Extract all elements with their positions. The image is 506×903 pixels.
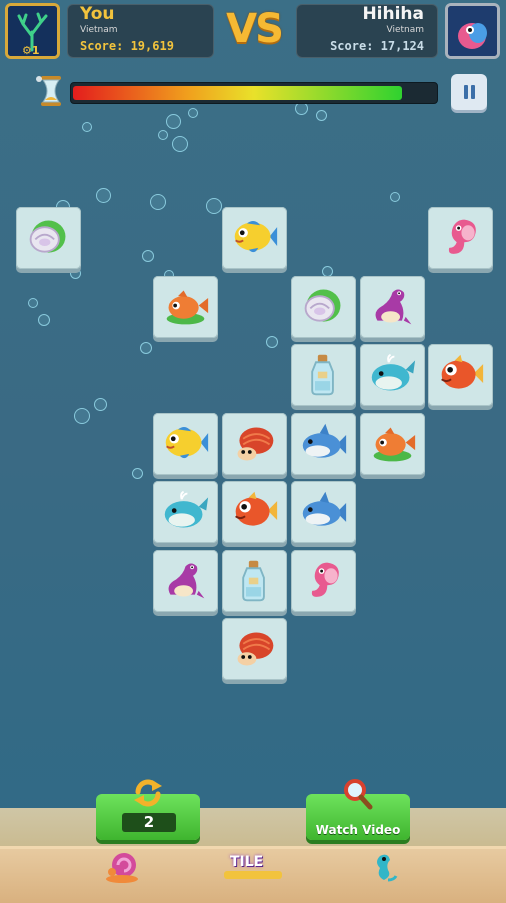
whale-icon xyxy=(164,490,209,528)
snail-icon[interactable] xyxy=(104,850,142,884)
tile-seal[interactable] xyxy=(360,276,425,338)
tile-seal[interactable] xyxy=(153,550,218,612)
bubble xyxy=(158,130,168,140)
hermit-icon xyxy=(237,427,274,461)
shell-icon xyxy=(29,220,66,253)
bubble xyxy=(74,408,90,424)
yellowfish-icon xyxy=(165,426,209,459)
seahorse-icon[interactable] xyxy=(366,850,402,884)
shark-icon xyxy=(302,423,347,458)
bubble xyxy=(28,298,38,308)
tile-shark[interactable] xyxy=(291,481,356,543)
player-score: Score: 19,619 xyxy=(80,39,174,53)
tile-seahorse[interactable] xyxy=(291,550,356,612)
tile-shell[interactable] xyxy=(291,276,356,338)
logo-banner xyxy=(224,871,282,879)
tile-bottle[interactable] xyxy=(222,550,287,612)
goldfish-green-icon xyxy=(166,290,209,325)
redfish-icon xyxy=(235,491,278,526)
bubble xyxy=(70,268,81,279)
tile-hermit[interactable] xyxy=(222,413,287,475)
bubble xyxy=(142,250,154,262)
tile-whale[interactable] xyxy=(153,481,218,543)
opponent-avatar xyxy=(445,3,500,59)
hermit-icon xyxy=(237,632,274,666)
goldfish-green-icon xyxy=(373,427,416,462)
watch-video-label: Watch Video xyxy=(315,823,401,837)
tile-hermit[interactable] xyxy=(222,618,287,680)
seahorse-icon xyxy=(448,219,476,254)
magnifier-icon xyxy=(344,779,373,810)
redfish-icon xyxy=(441,354,484,389)
seal-icon xyxy=(375,289,412,325)
logo-text: TILE xyxy=(230,854,264,870)
tile-redfish[interactable] xyxy=(222,481,287,543)
vs-label: VS xyxy=(226,6,284,52)
tile-goldfish-green[interactable] xyxy=(153,276,218,338)
bubble xyxy=(266,336,278,348)
tile-shell[interactable] xyxy=(16,207,81,269)
bubble xyxy=(172,136,188,152)
bubble xyxy=(206,198,222,214)
opponent-country: Vietnam xyxy=(386,25,424,35)
bubble xyxy=(140,342,152,354)
bubble xyxy=(390,192,400,202)
bubble xyxy=(316,110,327,121)
bottle-icon xyxy=(242,560,265,602)
seahorse-icon xyxy=(311,562,339,597)
pause-button[interactable] xyxy=(451,74,487,110)
seal-icon xyxy=(168,563,205,599)
shuffle-icon xyxy=(134,779,162,807)
bubble xyxy=(82,122,92,132)
yellowfish-icon xyxy=(234,220,278,253)
shuffle-count: 2 xyxy=(122,813,176,832)
shark-icon xyxy=(302,491,347,526)
game-logo[interactable]: TILE xyxy=(222,852,284,884)
tile-yellowfish[interactable] xyxy=(153,413,218,475)
player-name: You xyxy=(80,4,115,24)
tile-yellowfish[interactable] xyxy=(222,207,287,269)
shell-icon xyxy=(304,289,341,322)
tile-bottle[interactable] xyxy=(291,344,356,406)
player-country: Vietnam xyxy=(80,25,118,35)
player-badge: ⚙1 xyxy=(22,44,40,57)
tile-redfish[interactable] xyxy=(428,344,493,406)
bubble xyxy=(188,108,198,118)
bubble xyxy=(150,194,166,210)
opponent-score: Score: 17,124 xyxy=(330,39,424,53)
timer-fill xyxy=(73,86,402,100)
bottle-icon xyxy=(311,354,334,396)
timer-bar xyxy=(70,82,438,104)
whale-icon xyxy=(371,353,416,391)
opponent-name: Hihiha xyxy=(362,4,424,24)
tile-shark[interactable] xyxy=(291,413,356,475)
tile-seahorse[interactable] xyxy=(428,207,493,269)
bubble xyxy=(166,114,181,129)
bubble xyxy=(132,468,143,479)
hourglass-icon xyxy=(36,76,61,106)
bubble xyxy=(94,398,107,411)
creature-icon xyxy=(448,6,497,56)
bubble xyxy=(38,314,50,326)
bubble xyxy=(96,188,111,203)
player-avatar: ⚙1 xyxy=(5,3,60,59)
tile-goldfish-green[interactable] xyxy=(360,413,425,475)
tile-whale[interactable] xyxy=(360,344,425,406)
